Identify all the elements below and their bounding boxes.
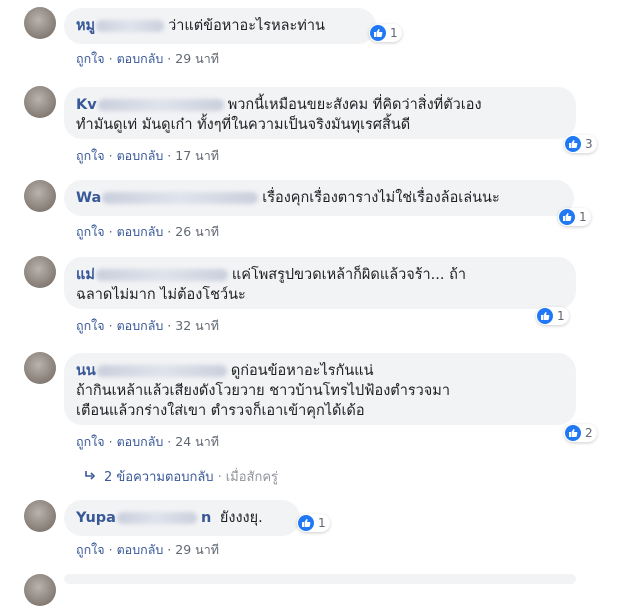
like-icon [370, 25, 386, 41]
like-icon [565, 425, 581, 441]
comment-text-line: พวกนี้เหมือนขยะสังคม ที่คิดว่าสิ่งที่ตัว… [227, 97, 482, 113]
avatar[interactable] [24, 574, 56, 606]
comment-actions: ถูกใจ · ตอบกลับ · 29 นาที [76, 540, 219, 560]
avatar[interactable] [24, 86, 56, 118]
comment-time[interactable]: 29 นาที [175, 51, 219, 66]
reply-arrow-icon [84, 470, 96, 485]
comment-bubble: หมู ว่าแต่ข้อหาอะไรหละท่าน [64, 8, 376, 44]
redacted-name [97, 99, 224, 111]
comment-author[interactable]: Wa [76, 190, 101, 206]
like-icon [298, 515, 314, 531]
reaction-count[interactable]: 3 [564, 135, 597, 153]
reaction-count[interactable]: 2 [564, 424, 597, 442]
reaction-number: 3 [585, 137, 593, 151]
avatar[interactable] [24, 256, 56, 288]
separator: · [108, 542, 113, 557]
reaction-number: 1 [557, 309, 565, 323]
comment-author[interactable]: นน [76, 363, 96, 379]
reaction-number: 1 [579, 210, 587, 224]
reaction-number: 1 [318, 516, 326, 530]
separator: · [167, 318, 172, 333]
reply-link[interactable]: ตอบกลับ [117, 51, 164, 66]
redacted-name [96, 20, 165, 32]
separator: · [167, 224, 172, 239]
like-link[interactable]: ถูกใจ [76, 224, 105, 239]
comment-bubble [64, 574, 576, 584]
comment-bubble: Wa เรื่องคุกเรื่องตารางไม่ใช่เรื่องล้อเล่… [64, 180, 574, 216]
comment-text: เรื่องคุกเรื่องตารางไม่ใช่เรื่องล้อเล่นน… [262, 190, 500, 206]
reaction-count[interactable]: 1 [558, 208, 591, 226]
separator: · [108, 434, 113, 449]
avatar[interactable] [24, 500, 56, 532]
reply-link[interactable]: ตอบกลับ [117, 434, 164, 449]
avatar[interactable] [24, 7, 56, 39]
reaction-count[interactable]: 1 [297, 514, 330, 532]
avatar[interactable] [24, 352, 56, 384]
redacted-name [95, 269, 228, 281]
comment-text-line: แค่โพสรูปขวดเหล้าก็ผิดแล้วจร้า... ถ้า [231, 267, 467, 283]
comment-author[interactable]: Kv [76, 97, 97, 113]
separator: · [167, 434, 172, 449]
comment-text-line: ฉลาดไม่มาก ไม่ต้องโชว์นะ [76, 287, 246, 303]
comment-bubble: Yupa n ยังงงยุ. [64, 500, 300, 536]
reaction-number: 2 [585, 426, 593, 440]
comment-actions: ถูกใจ · ตอบกลับ · 26 นาที [76, 222, 219, 242]
redacted-name [102, 192, 259, 204]
avatar[interactable] [24, 180, 56, 212]
comment-text-line: ดูก่อนข้อหาอะไรกันแน่ [230, 363, 374, 379]
comment-author[interactable]: แม่ [76, 267, 95, 283]
comment-time[interactable]: 17 นาที [175, 148, 219, 163]
comment-text-line: ถ้ากินเหล้าแล้วเสียงดังโวยวาย ชาวบ้านโทร… [76, 383, 450, 399]
view-replies-link[interactable]: 2 ข้อความตอบกลับ · เมื่อสักครู่ [84, 466, 278, 487]
comment-bubble: แม่ แค่โพสรูปขวดเหล้าก็ผิดแล้วจร้า... ถ้า… [64, 257, 576, 309]
comment-time[interactable]: 26 นาที [175, 224, 219, 239]
comment-actions: ถูกใจ · ตอบกลับ · 17 นาที [76, 146, 219, 166]
separator: · [108, 224, 113, 239]
reply-link[interactable]: ตอบกลับ [117, 318, 164, 333]
separator: · [108, 148, 113, 163]
reply-link[interactable]: ตอบกลับ [117, 542, 164, 557]
comment-time[interactable]: 24 นาที [175, 434, 219, 449]
comment-time[interactable]: 32 นาที [175, 318, 219, 333]
reaction-count[interactable]: 1 [369, 24, 402, 42]
comment-actions: ถูกใจ · ตอบกลับ · 24 นาที [76, 432, 219, 452]
comment-actions: ถูกใจ · ตอบกลับ · 29 นาที [76, 49, 219, 69]
like-link[interactable]: ถูกใจ [76, 318, 105, 333]
like-link[interactable]: ถูกใจ [76, 51, 105, 66]
comment-author[interactable]: Yupa [76, 510, 116, 526]
separator: · [108, 51, 113, 66]
reaction-number: 1 [390, 26, 398, 40]
reaction-count[interactable]: 1 [536, 307, 569, 325]
comment-text: ว่าแต่ข้อหาอะไรหละท่าน [168, 18, 325, 34]
separator: · [108, 318, 113, 333]
redacted-name [96, 365, 227, 377]
separator: · [167, 542, 172, 557]
comment-time[interactable]: 29 นาที [175, 542, 219, 557]
replies-time: เมื่อสักครู่ [225, 470, 279, 485]
like-icon [537, 308, 553, 324]
comment-text-line: ทำมันดูเท่ มันดูเก๋า ทั้งๆที่ในความเป็นจ… [76, 117, 411, 133]
comment-text-line: เตือนแล้วกร่างใส่เขา ตำรวจก็เอาเข้าคุกได… [76, 403, 365, 419]
separator: · [217, 470, 222, 485]
comment-bubble: Kv พวกนี้เหมือนขยะสังคม ที่คิดว่าสิ่งที่ต… [64, 87, 576, 139]
comment-bubble: นน ดูก่อนข้อหาอะไรกันแน่ ถ้ากินเหล้าแล้วเ… [64, 353, 576, 425]
separator: · [167, 148, 172, 163]
reply-link[interactable]: ตอบกลับ [117, 148, 164, 163]
comment-author-suffix[interactable]: n [201, 510, 211, 526]
separator: · [167, 51, 172, 66]
like-link[interactable]: ถูกใจ [76, 434, 105, 449]
like-link[interactable]: ถูกใจ [76, 148, 105, 163]
redacted-name [116, 512, 197, 524]
comment-actions: ถูกใจ · ตอบกลับ · 32 นาที [76, 316, 219, 336]
like-icon [565, 136, 581, 152]
reply-link[interactable]: ตอบกลับ [117, 224, 164, 239]
replies-count-label[interactable]: 2 ข้อความตอบกลับ [104, 470, 214, 485]
comment-text: ยังงงยุ. [219, 510, 263, 526]
like-link[interactable]: ถูกใจ [76, 542, 105, 557]
comment-author[interactable]: หมู [76, 18, 95, 34]
like-icon [559, 209, 575, 225]
